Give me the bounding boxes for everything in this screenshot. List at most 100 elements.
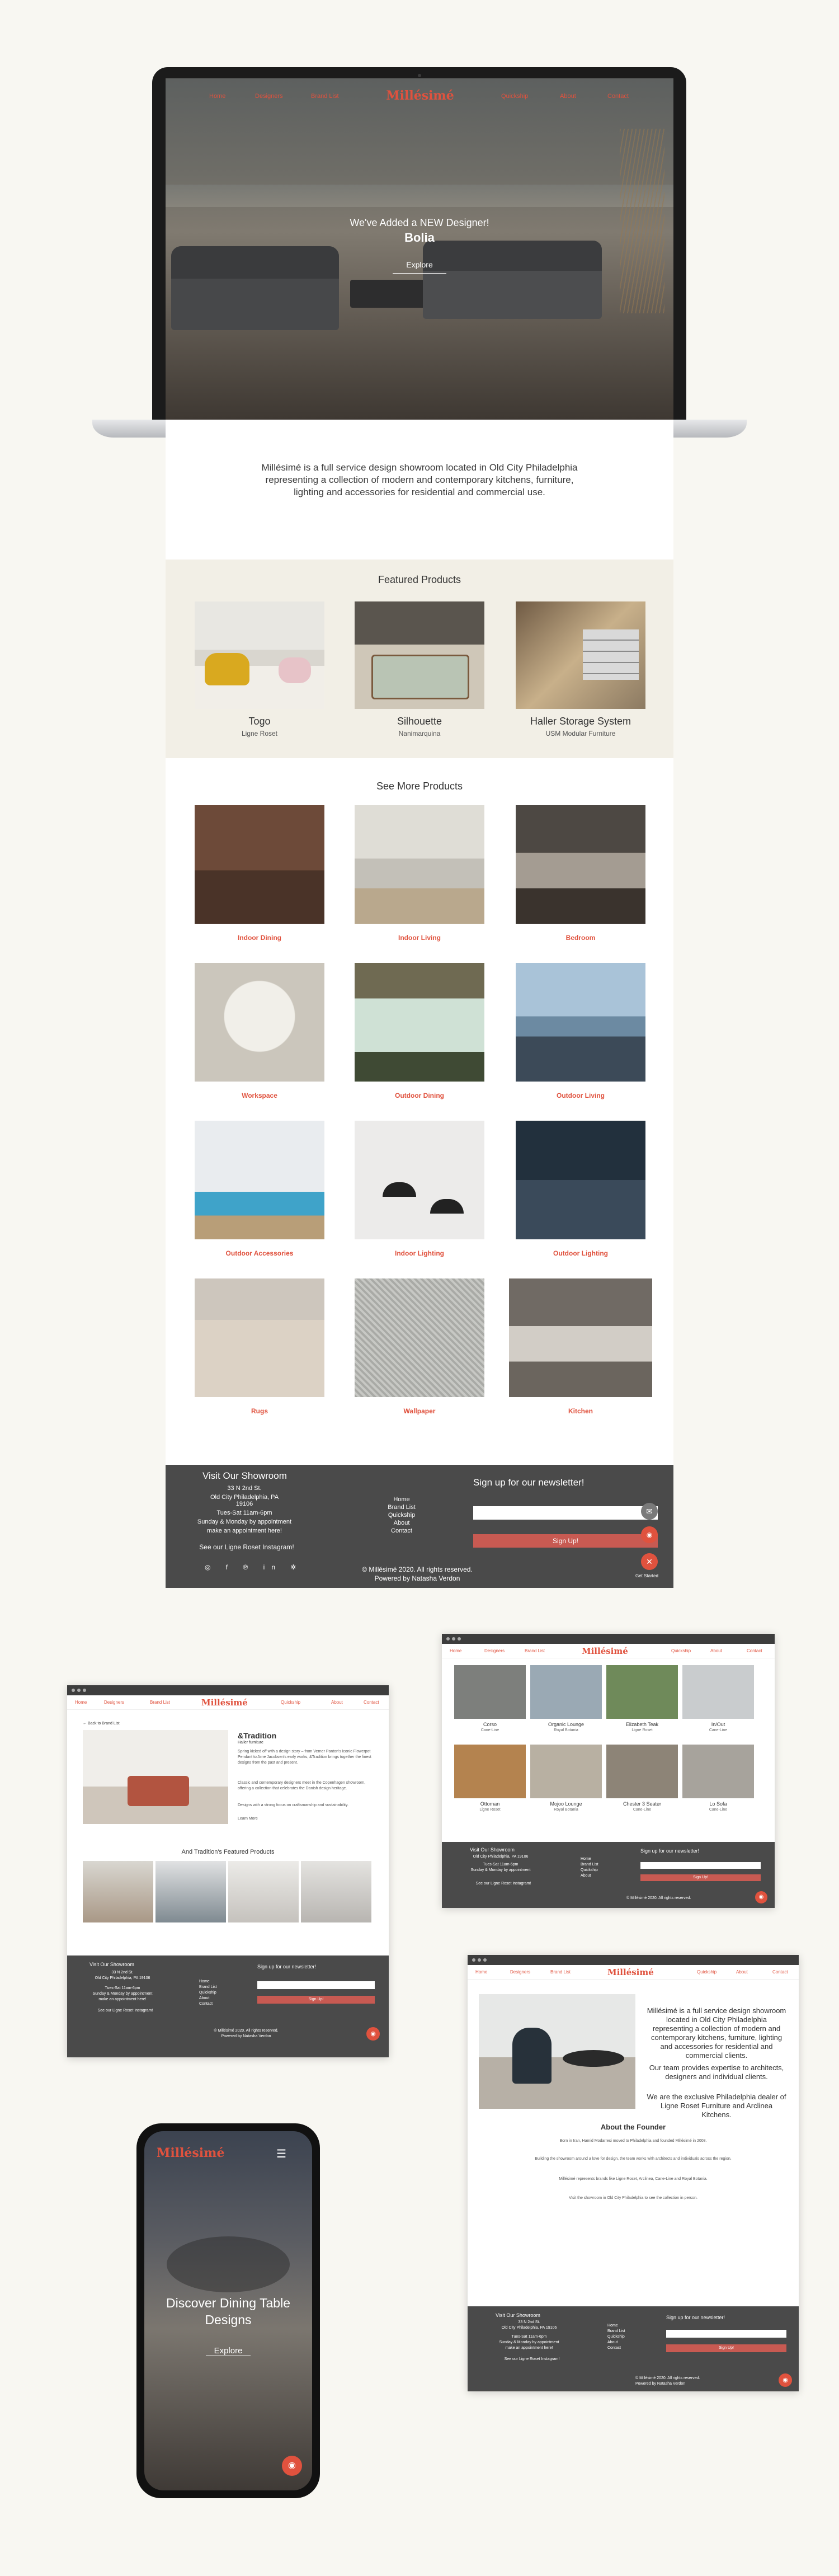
newsletter-email-input[interactable]	[473, 1506, 658, 1520]
category-label[interactable]: Outdoor Living	[516, 1092, 645, 1099]
site-logo[interactable]: Millésimé	[582, 1646, 628, 1656]
nav-quickship[interactable]: Quickship	[671, 1648, 691, 1653]
category-outdoor-living[interactable]: Outdoor Living	[516, 963, 645, 1099]
category-outdoor-accessories[interactable]: Outdoor Accessories	[195, 1121, 324, 1257]
newsletter-email-input[interactable]	[640, 1862, 761, 1869]
category-bedroom[interactable]: Bedroom	[516, 805, 645, 942]
site-logo[interactable]: Millésimé	[607, 1967, 654, 1977]
menu-icon[interactable]: ☰	[276, 2147, 286, 2161]
product-card[interactable]: Mojoo Lounge Royal Botania	[530, 1745, 602, 1813]
category-label[interactable]: Outdoor Lighting	[516, 1249, 645, 1257]
nav-about[interactable]: About	[710, 1648, 722, 1653]
footer-link-quickship[interactable]: Quickship	[199, 1990, 216, 1996]
footer-link-quickship[interactable]: Quickship	[385, 1512, 418, 1519]
category-indoor-lighting[interactable]: Indoor Lighting	[355, 1121, 484, 1257]
mobile-logo[interactable]: Millésimé	[157, 2146, 224, 2160]
instagram-link[interactable]: See our Ligne Roset Instagram!	[194, 1543, 300, 1551]
footer-link-brand-list[interactable]: Brand List	[607, 2329, 625, 2334]
nav-brand-list[interactable]: Brand List	[525, 1648, 545, 1653]
appointment-link[interactable]: make an appointment here!	[496, 2345, 563, 2351]
category-outdoor-lighting[interactable]: Outdoor Lighting	[516, 1121, 645, 1257]
newsletter-signup-button[interactable]: Sign Up!	[473, 1534, 658, 1548]
hero-explore-button[interactable]: Explore	[393, 260, 446, 274]
category-kitchen[interactable]: Kitchen	[509, 1278, 652, 1415]
learn-more-link[interactable]: Learn More	[238, 1816, 258, 1822]
nav-brand-list[interactable]: Brand List	[550, 1969, 571, 1975]
nav-brand-list[interactable]: Brand List	[311, 93, 339, 100]
nav-home[interactable]: Home	[450, 1648, 461, 1653]
category-workspace[interactable]: Workspace	[195, 963, 324, 1099]
footer-link-quickship[interactable]: Quickship	[581, 1868, 598, 1873]
featured-item[interactable]: Togo Ligne Roset	[195, 601, 324, 737]
newsletter-email-input[interactable]	[666, 2330, 786, 2338]
footer-link-about[interactable]: About	[199, 1996, 209, 2001]
nav-brand-list[interactable]: Brand List	[150, 1700, 170, 1705]
instagram-link[interactable]: See our Ligne Roset Instagram!	[490, 2357, 574, 2362]
nav-designers[interactable]: Designers	[510, 1969, 530, 1975]
nav-home[interactable]: Home	[75, 1700, 87, 1705]
appointment-link[interactable]: make an appointment here!	[199, 1527, 290, 1534]
product-card[interactable]: Elizabeth Teak Ligne Roset	[606, 1665, 678, 1733]
mobile-explore-button[interactable]: Explore	[206, 2346, 251, 2356]
brand-product-image[interactable]	[301, 1861, 371, 1922]
footer-link-brand-list[interactable]: Brand List	[199, 1985, 217, 1990]
footer-link-about[interactable]: About	[581, 1873, 591, 1879]
newsletter-signup-button[interactable]: Sign Up!	[666, 2344, 786, 2352]
nav-quickship[interactable]: Quickship	[697, 1969, 717, 1975]
category-rugs[interactable]: Rugs	[195, 1278, 324, 1415]
brand-product-image[interactable]	[228, 1861, 299, 1922]
brand-product-image[interactable]	[83, 1861, 153, 1922]
product-card[interactable]: Organic Lounge Royal Botania	[530, 1665, 602, 1733]
nav-contact[interactable]: Contact	[747, 1648, 762, 1653]
nav-quickship[interactable]: Quickship	[501, 93, 528, 100]
footer-link-home[interactable]: Home	[199, 1979, 210, 1985]
category-label[interactable]: Wallpaper	[355, 1407, 484, 1415]
category-outdoor-dining[interactable]: Outdoor Dining	[355, 963, 484, 1099]
category-label[interactable]: Indoor Living	[355, 934, 484, 942]
footer-link-brand-list[interactable]: Brand List	[385, 1504, 418, 1511]
footer-link-brand-list[interactable]: Brand List	[581, 1862, 598, 1868]
nav-designers[interactable]: Designers	[104, 1700, 124, 1705]
chat-icon[interactable]: ◉	[366, 2027, 380, 2041]
footer-link-about[interactable]: About	[385, 1520, 418, 1526]
chat-icon[interactable]: ◉	[755, 1891, 767, 1903]
close-icon[interactable]: ✕	[641, 1553, 658, 1570]
category-wallpaper[interactable]: Wallpaper	[355, 1278, 484, 1415]
footer-link-contact[interactable]: Contact	[607, 2345, 621, 2351]
featured-item[interactable]: Haller Storage System USM Modular Furnit…	[516, 601, 645, 737]
category-label[interactable]: Workspace	[195, 1092, 324, 1099]
footer-link-quickship[interactable]: Quickship	[607, 2334, 625, 2340]
chat-icon[interactable]: ◉	[641, 1526, 658, 1543]
nav-about[interactable]: About	[560, 93, 576, 100]
product-card[interactable]: Ottoman Ligne Roset	[454, 1745, 526, 1813]
nav-designers[interactable]: Designers	[484, 1648, 505, 1653]
category-label[interactable]: Outdoor Dining	[355, 1092, 484, 1099]
nav-home[interactable]: Home	[475, 1969, 487, 1975]
chat-icon[interactable]: ◉	[282, 2456, 302, 2476]
category-indoor-living[interactable]: Indoor Living	[355, 805, 484, 942]
nav-contact[interactable]: Contact	[772, 1969, 788, 1975]
newsletter-email-input[interactable]	[257, 1981, 375, 1989]
site-logo[interactable]: Millésimé	[384, 88, 456, 103]
mail-icon[interactable]: ✉	[641, 1503, 658, 1520]
footer-link-contact[interactable]: Contact	[385, 1527, 418, 1534]
footer-link-home[interactable]: Home	[385, 1496, 418, 1503]
back-link[interactable]: ← Back to Brand List	[83, 1721, 120, 1727]
category-label[interactable]: Kitchen	[509, 1407, 652, 1415]
chat-icon[interactable]: ◉	[779, 2373, 792, 2387]
newsletter-signup-button[interactable]: Sign Up!	[640, 1874, 761, 1881]
site-logo[interactable]: Millésimé	[201, 1698, 248, 1708]
instagram-link[interactable]: See our Ligne Roset Instagram!	[464, 1881, 543, 1887]
featured-item[interactable]: Silhouette Nanimarquina	[355, 601, 484, 737]
footer-link-home[interactable]: Home	[607, 2323, 618, 2329]
footer-link-home[interactable]: Home	[581, 1856, 591, 1862]
nav-designers[interactable]: Designers	[255, 93, 283, 100]
newsletter-signup-button[interactable]: Sign Up!	[257, 1996, 375, 2004]
category-label[interactable]: Indoor Lighting	[355, 1249, 484, 1257]
nav-home[interactable]: Home	[209, 93, 225, 100]
brand-product-image[interactable]	[155, 1861, 226, 1922]
product-card[interactable]: Corso Cane-Line	[454, 1665, 526, 1733]
product-card[interactable]: Chester 3 Seater Cane-Line	[606, 1745, 678, 1813]
product-card[interactable]: In/Out Cane-Line	[682, 1665, 754, 1733]
nav-about[interactable]: About	[736, 1969, 748, 1975]
